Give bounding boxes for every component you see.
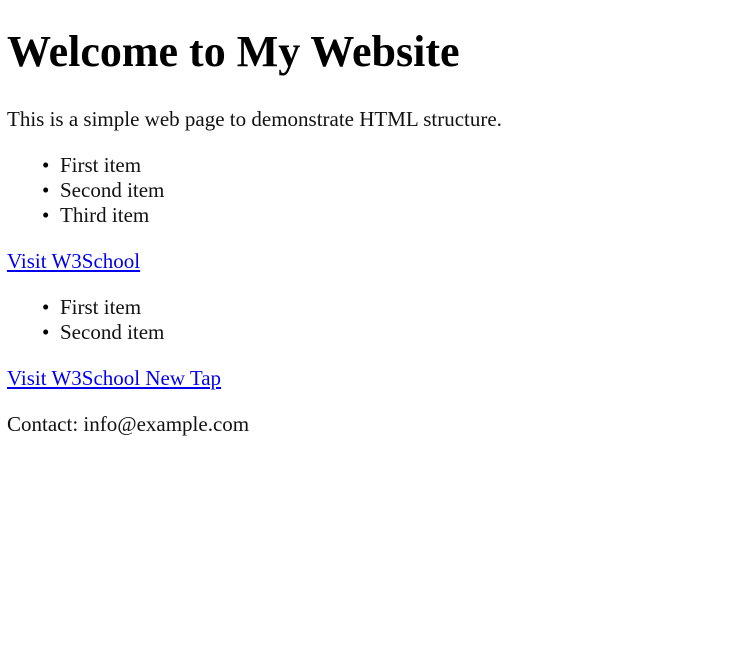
list-item: • Third item bbox=[42, 203, 749, 228]
link-paragraph: Visit W3School New Tap bbox=[7, 366, 749, 391]
bullet-icon: • bbox=[42, 295, 50, 319]
visit-w3school-link[interactable]: Visit W3School bbox=[7, 249, 140, 273]
list-item-label: Third item bbox=[60, 203, 150, 227]
contact-info: Contact: info@example.com bbox=[7, 412, 250, 436]
link-paragraph: Visit W3School bbox=[7, 249, 749, 274]
page: Welcome to My Website This is a simple w… bbox=[0, 0, 756, 665]
list-two: • First item • Second item bbox=[7, 295, 749, 345]
list-item-label: First item bbox=[60, 153, 142, 177]
list-item: • Second item bbox=[42, 178, 749, 203]
list-item-label: Second item bbox=[60, 320, 165, 344]
list-item: • First item bbox=[42, 295, 749, 320]
list-item-label: Second item bbox=[60, 178, 165, 202]
bullet-icon: • bbox=[42, 178, 50, 202]
list-item-label: First item bbox=[60, 295, 142, 319]
visit-w3school-new-tab-link[interactable]: Visit W3School New Tap bbox=[7, 366, 221, 390]
list-item: • First item bbox=[42, 153, 749, 178]
intro-paragraph: This is a simple web page to demonstrate… bbox=[7, 107, 502, 131]
page-title: Welcome to My Website bbox=[7, 27, 460, 76]
bullet-icon: • bbox=[42, 203, 50, 227]
list-item: • Second item bbox=[42, 320, 749, 345]
bullet-icon: • bbox=[42, 153, 50, 177]
list-one: • First item • Second item • Third item bbox=[7, 153, 749, 228]
bullet-icon: • bbox=[42, 320, 50, 344]
